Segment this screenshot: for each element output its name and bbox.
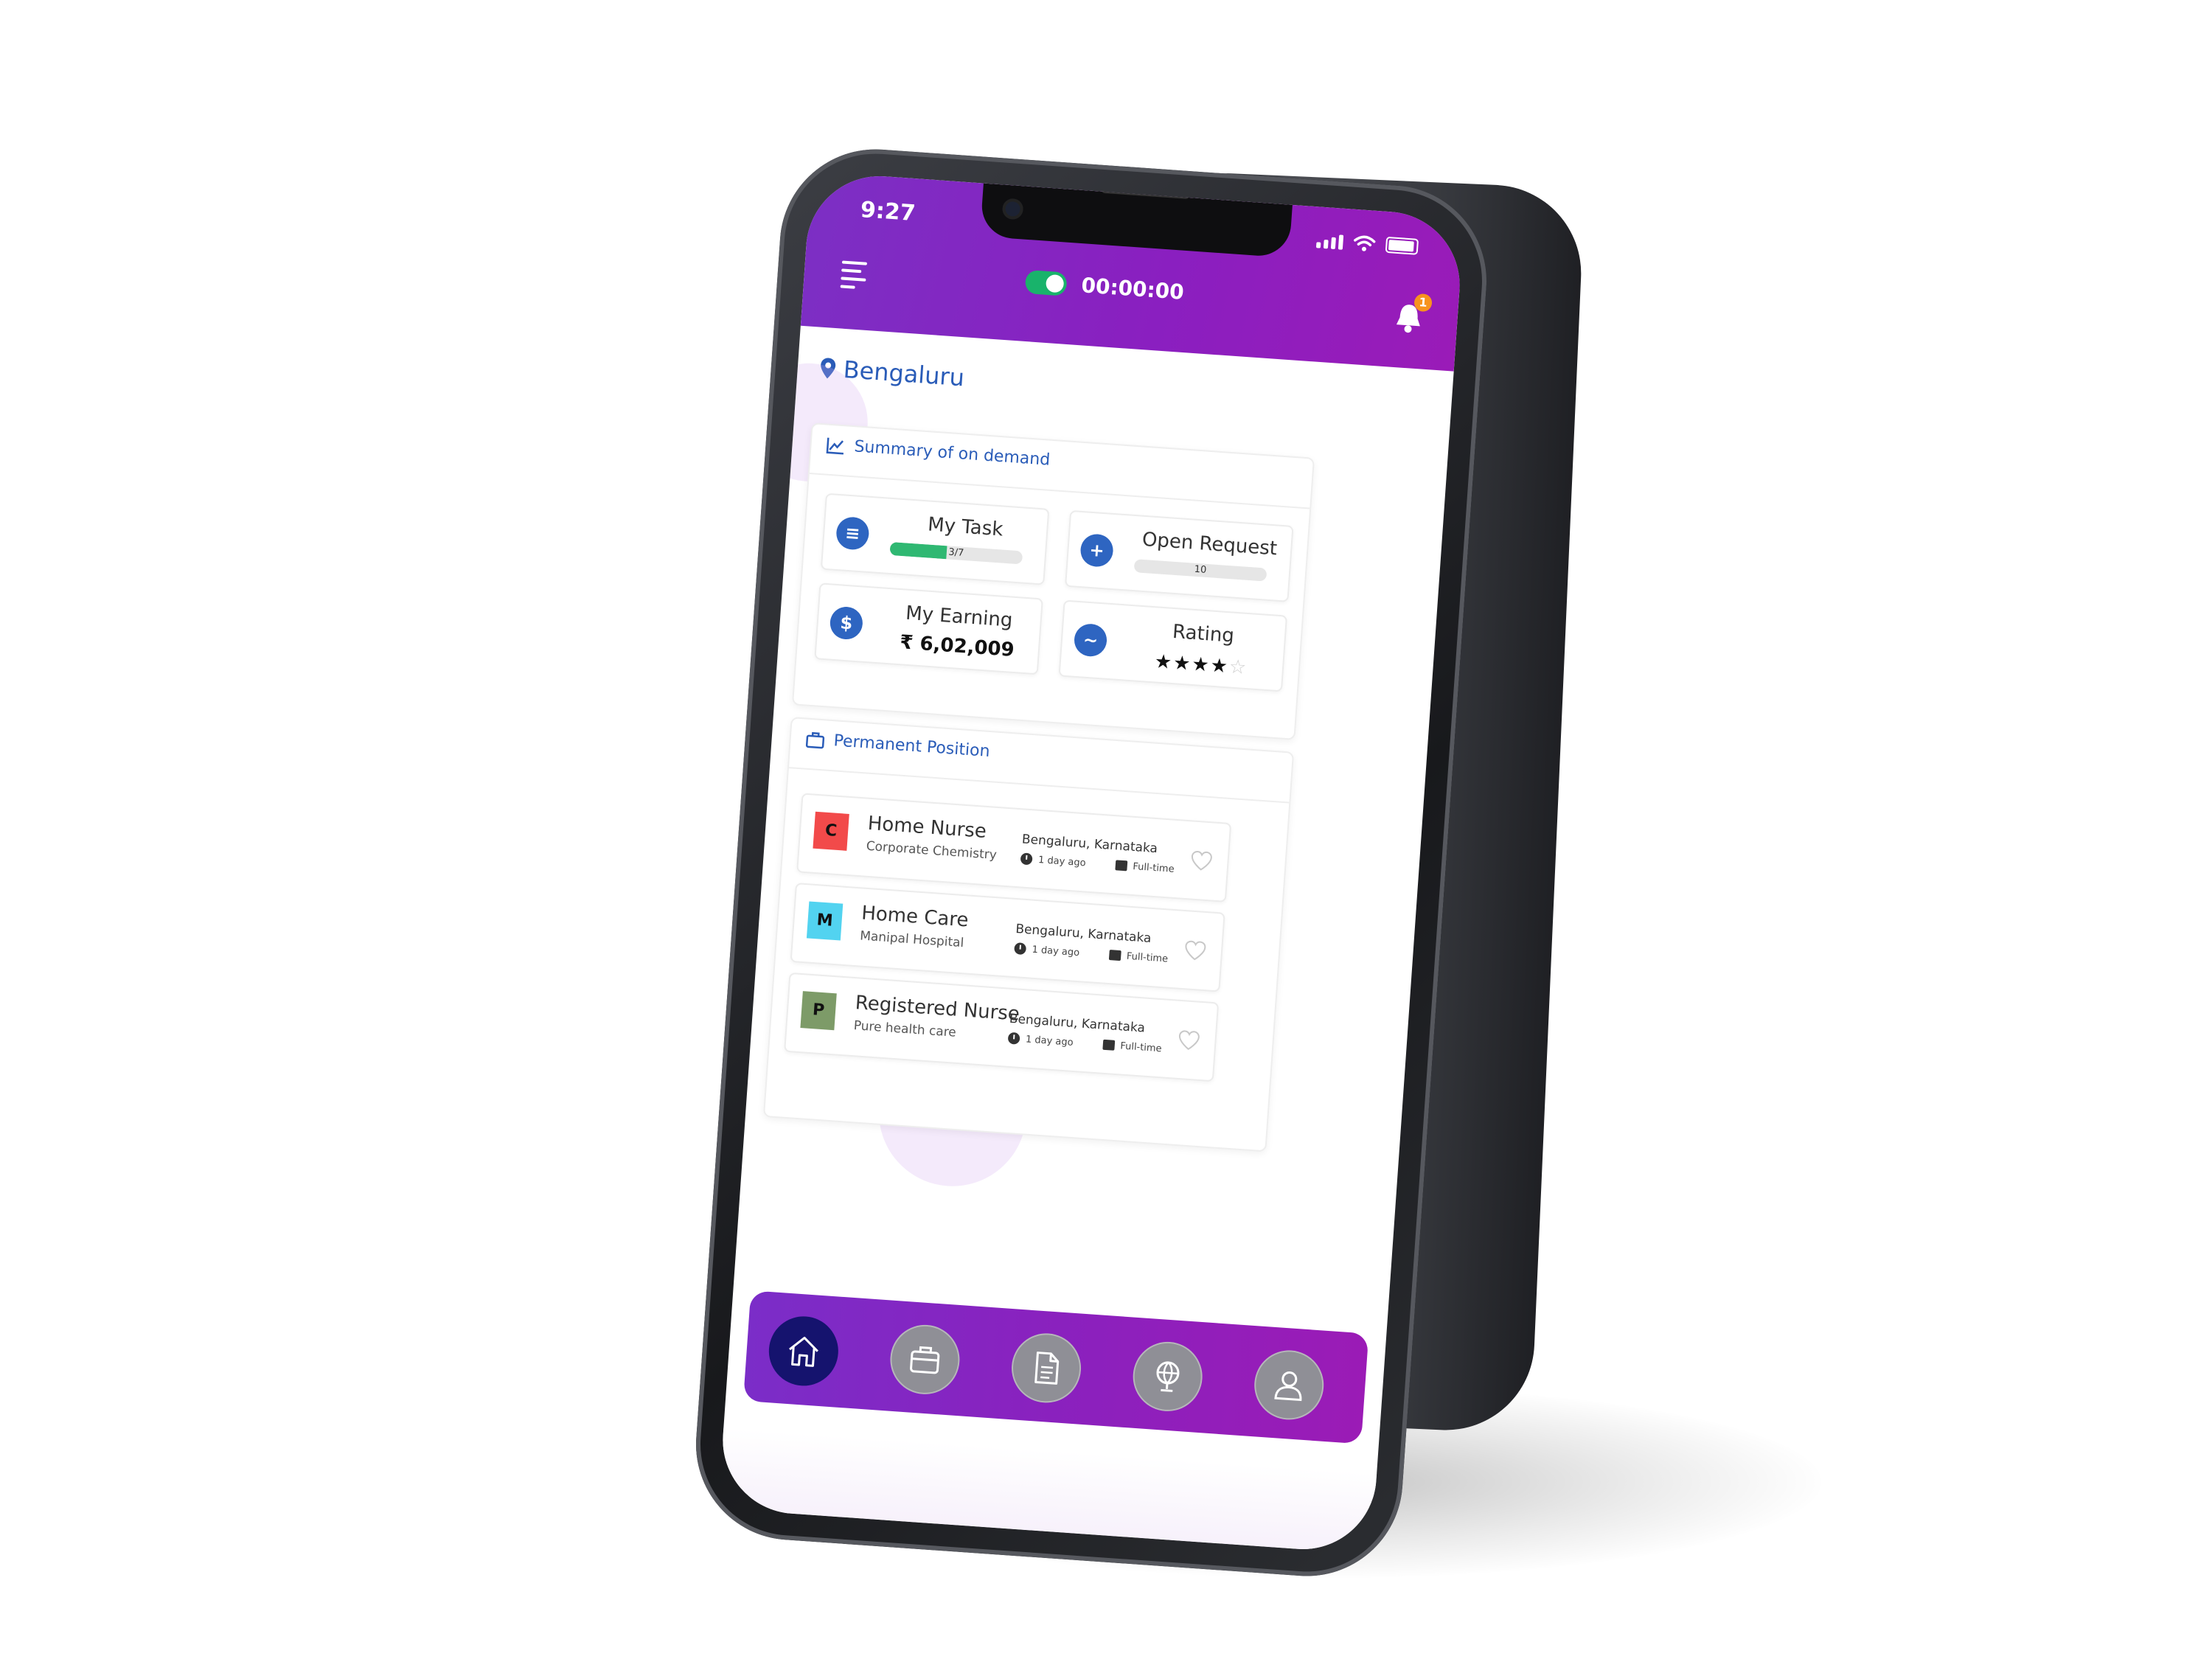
job-meta: 1 day ago Full-time	[1020, 852, 1175, 875]
summary-card: Summary of on demand ≡ My Task 3/7 + Ope…	[791, 422, 1315, 740]
wifi-icon	[1354, 235, 1376, 251]
nav-profile-button[interactable]	[1252, 1348, 1326, 1422]
briefcase-outline-icon	[805, 731, 825, 748]
open-request-count: 10	[1194, 563, 1207, 576]
star-empty-icon: ☆	[1228, 655, 1249, 680]
phone-frame: 9:27 00:00:00 1 Bengaluru Summary of on …	[689, 142, 1493, 1583]
status-icons	[1315, 232, 1419, 255]
chart-line-icon	[826, 437, 844, 454]
summary-title: Summary of on demand	[826, 436, 1051, 470]
menu-icon[interactable]	[840, 260, 868, 294]
nav-documents-button[interactable]	[1009, 1331, 1084, 1405]
clock-icon	[1014, 942, 1027, 956]
job-type: Full-time	[1102, 1039, 1162, 1054]
permanent-title: Permanent Position	[805, 730, 990, 761]
job-meta: 1 day ago Full-time	[1007, 1032, 1163, 1055]
job-type: Full-time	[1114, 860, 1175, 874]
job-location: Bengaluru, Karnataka	[1021, 832, 1158, 857]
job-posted: 1 day ago	[1020, 852, 1087, 869]
favorite-heart-icon[interactable]	[1183, 939, 1207, 961]
nav-explore-button[interactable]	[1130, 1339, 1205, 1414]
my-task-label: My Task	[927, 513, 1004, 541]
job-list-item[interactable]: P Registered Nurse Pure health care Bengalu…	[784, 972, 1220, 1082]
rating-stars: ★★★★☆	[1127, 649, 1276, 681]
clock-icon	[1007, 1032, 1020, 1045]
my-task-progress: 3/7	[889, 541, 1023, 565]
rating-trend-icon: ~	[1073, 622, 1108, 658]
job-location: Bengaluru, Karnataka	[1009, 1011, 1146, 1036]
job-company: Pure health care	[853, 1018, 957, 1040]
my-earning-tile[interactable]: $ My Earning ₹ 6,02,009	[814, 582, 1043, 675]
company-logo: C	[813, 811, 849, 851]
briefcase-small-icon	[1114, 860, 1127, 872]
bottom-nav	[742, 1290, 1369, 1444]
task-document-icon: ≡	[835, 515, 870, 551]
open-request-tile[interactable]: + Open Request 10	[1065, 509, 1294, 602]
job-posted: 1 day ago	[1007, 1032, 1074, 1048]
dollar-icon: $	[829, 605, 864, 641]
open-request-label: Open Request	[1141, 528, 1278, 560]
company-logo: M	[806, 901, 844, 941]
job-company: Corporate Chemistry	[866, 838, 998, 863]
home-indicator-area	[717, 1427, 1377, 1554]
favorite-heart-icon[interactable]	[1190, 849, 1214, 872]
battery-icon	[1385, 236, 1419, 255]
star-filled-icon: ★	[1191, 653, 1211, 677]
nav-home-button[interactable]	[766, 1314, 841, 1388]
job-type: Full-time	[1108, 949, 1169, 964]
location-text: Bengaluru	[842, 355, 966, 392]
availability-toggle[interactable]	[1024, 269, 1068, 296]
permanent-position-card: Permanent Position C Home Nurse Corporate …	[762, 717, 1295, 1152]
job-meta: 1 day ago Full-time	[1014, 942, 1169, 965]
earpiece	[1101, 185, 1190, 200]
signal-icon	[1315, 233, 1344, 250]
phone-screen: 9:27 00:00:00 1 Bengaluru Summary of on …	[717, 171, 1465, 1554]
my-task-tile[interactable]: ≡ My Task 3/7	[820, 493, 1050, 585]
open-request-bar: 10	[1133, 559, 1267, 582]
rating-tile[interactable]: ~ Rating ★★★★☆	[1058, 599, 1288, 692]
star-filled-icon: ★	[1153, 650, 1175, 675]
shift-timer: 00:00:00	[1080, 273, 1185, 305]
request-icon: +	[1079, 533, 1115, 568]
job-title: Home Care	[860, 902, 970, 932]
availability-control: 00:00:00	[1024, 269, 1185, 305]
my-earning-label: My Earning	[905, 602, 1014, 632]
front-camera	[1001, 198, 1024, 220]
star-filled-icon: ★	[1209, 654, 1230, 678]
job-list-item[interactable]: C Home Nurse Corporate Chemistry Bengaluru,…	[796, 793, 1232, 902]
favorite-heart-icon[interactable]	[1178, 1029, 1201, 1051]
briefcase-icon	[910, 1346, 940, 1374]
job-list-item[interactable]: M Home Care Manipal Hospital Bengaluru, Kar…	[790, 883, 1225, 992]
home-icon	[789, 1336, 818, 1367]
clock-icon	[1020, 852, 1033, 866]
job-posted: 1 day ago	[1014, 942, 1080, 959]
user-icon	[1274, 1371, 1302, 1402]
status-time: 9:27	[859, 197, 917, 227]
briefcase-small-icon	[1108, 949, 1121, 961]
briefcase-small-icon	[1102, 1039, 1115, 1051]
job-location: Bengaluru, Karnataka	[1015, 922, 1152, 946]
nav-jobs-button[interactable]	[888, 1322, 962, 1397]
job-title: Home Nurse	[866, 812, 987, 843]
globe-icon	[1156, 1361, 1180, 1392]
my-earning-value: ₹ 6,02,009	[899, 631, 1015, 661]
star-filled-icon: ★	[1172, 652, 1193, 675]
notification-button[interactable]: 1	[1393, 293, 1433, 335]
phone-device: 9:27 00:00:00 1 Bengaluru Summary of on …	[689, 142, 1493, 1583]
document-icon	[1034, 1352, 1060, 1385]
company-logo: P	[800, 991, 837, 1031]
rating-label: Rating	[1172, 620, 1235, 647]
my-task-progress-text: 3/7	[947, 546, 964, 559]
job-company: Manipal Hospital	[859, 928, 964, 951]
notification-badge: 1	[1413, 293, 1433, 313]
